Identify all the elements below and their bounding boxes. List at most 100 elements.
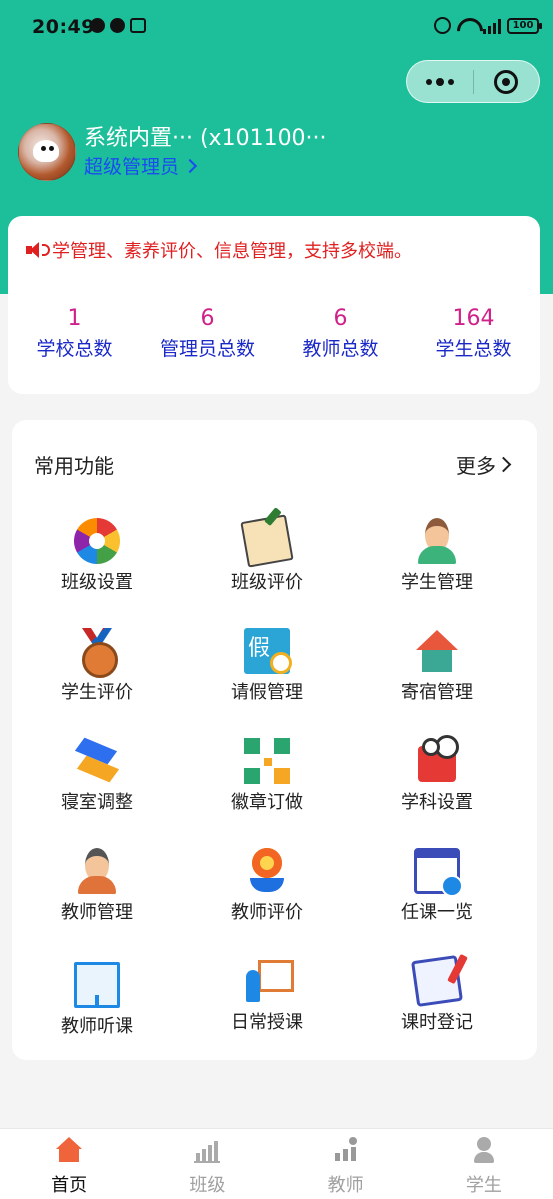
stats-card: 学管理、素养评价、信息管理，支持多校端。 1 学校总数 6 管理员总数 6 教师… [8, 216, 540, 394]
more-options-button[interactable] [407, 77, 473, 86]
more-label: 更多 [456, 454, 496, 478]
lecture-icon [244, 958, 294, 1004]
teaching-icon [333, 1137, 359, 1163]
function-label: 日常授课 [231, 1012, 303, 1033]
function-subject-settings[interactable]: 学科设置 [352, 732, 522, 842]
tab-teacher[interactable]: 教师 [277, 1129, 415, 1199]
stat-label: 学生总数 [435, 338, 512, 360]
speaker-icon [26, 241, 50, 259]
function-class-settings[interactable]: 班级设置 [12, 512, 182, 622]
notice-bar[interactable]: 学管理、素养评价、信息管理，支持多校端。 [26, 236, 526, 264]
function-label: 寄宿管理 [401, 682, 473, 703]
function-student-management[interactable]: 学生管理 [352, 512, 522, 622]
student-icon [414, 518, 460, 564]
function-label: 寝室调整 [61, 792, 133, 813]
function-teacher-management[interactable]: 教师管理 [12, 842, 182, 952]
chevron-right-icon [495, 456, 512, 473]
function-grid: 班级设置 班级评价 学生管理 学生评价 请假管理 寄宿管理 寝室调整 徽章订做 [12, 512, 537, 1062]
function-label: 班级评价 [231, 572, 303, 593]
function-label: 班级设置 [61, 572, 133, 593]
user-profile[interactable]: 系统内置··· (x101100··· 超级管理员 [18, 123, 327, 181]
section-title: 常用功能 [34, 454, 114, 478]
whiteboard-icon [74, 962, 120, 1008]
function-class-evaluation[interactable]: 班级评价 [182, 512, 352, 622]
wifi-icon [457, 18, 477, 34]
tab-label: 教师 [327, 1175, 364, 1196]
stat-value: 6 [333, 306, 348, 331]
student-icon [471, 1137, 497, 1163]
more-functions-link[interactable]: 更多 [456, 450, 512, 479]
alarm-icon [434, 17, 451, 34]
notice-text: 学管理、素养评价、信息管理，支持多校端。 [52, 241, 412, 262]
function-boarding-management[interactable]: 寄宿管理 [352, 622, 522, 732]
function-course-overview[interactable]: 任课一览 [352, 842, 522, 952]
tab-class[interactable]: 班级 [138, 1129, 276, 1199]
chevron-right-icon [182, 158, 198, 174]
home-icon [56, 1137, 83, 1163]
tab-label: 班级 [189, 1175, 226, 1196]
stat-value: 164 [452, 306, 495, 331]
chart-icon [194, 1137, 221, 1163]
battery-icon: 100 [507, 17, 542, 34]
function-student-evaluation[interactable]: 学生评价 [12, 622, 182, 732]
notification-icon [130, 18, 146, 33]
tab-label: 首页 [51, 1175, 88, 1196]
close-circle-icon [494, 69, 519, 94]
stat-label: 教师总数 [302, 338, 379, 360]
status-bar: 20:49 100 [0, 0, 553, 56]
function-label: 教师听课 [61, 1016, 133, 1037]
stat-label: 学校总数 [36, 338, 113, 360]
stat-admins[interactable]: 6 管理员总数 [141, 304, 274, 364]
stat-value: 6 [200, 306, 215, 331]
function-label: 教师评价 [231, 902, 303, 923]
book-icon [414, 738, 460, 784]
function-leave-management[interactable]: 请假管理 [182, 622, 352, 732]
stats-row: 1 学校总数 6 管理员总数 6 教师总数 164 学生总数 [8, 304, 540, 364]
signal-icon [483, 18, 501, 34]
function-label: 请假管理 [231, 682, 303, 703]
function-class-observation[interactable]: 教师听课 [12, 952, 182, 1062]
function-dorm-adjust[interactable]: 寝室调整 [12, 732, 182, 842]
flower-icon [244, 848, 290, 894]
clipboard-icon [411, 955, 463, 1007]
leave-icon [244, 628, 292, 674]
stat-label: 管理员总数 [159, 338, 255, 360]
stat-value: 1 [67, 306, 82, 331]
function-label: 徽章订做 [231, 792, 303, 813]
function-daily-teaching[interactable]: 日常授课 [182, 952, 352, 1062]
document-edit-icon [240, 514, 294, 568]
qr-code-icon [244, 738, 290, 784]
aperture-icon [74, 518, 120, 564]
function-teacher-evaluation[interactable]: 教师评价 [182, 842, 352, 952]
tab-student[interactable]: 学生 [415, 1129, 553, 1199]
function-label: 学科设置 [401, 792, 473, 813]
system-icons: 100 [434, 17, 542, 34]
function-label: 教师管理 [61, 902, 133, 923]
bottom-tab-bar: 首页 班级 教师 学生 [0, 1128, 553, 1199]
house-icon [414, 628, 460, 674]
medal-icon [74, 628, 120, 678]
function-label: 任课一览 [401, 902, 473, 923]
function-badge-order[interactable]: 徽章订做 [182, 732, 352, 842]
user-name: 系统内置··· (x101100··· [84, 126, 327, 151]
stat-teachers[interactable]: 6 教师总数 [274, 304, 407, 364]
notification-icon [90, 18, 105, 33]
stat-schools[interactable]: 1 学校总数 [8, 304, 141, 364]
teacher-icon [74, 848, 120, 894]
common-functions-card: 常用功能 更多 班级设置 班级评价 学生管理 学生评价 请假管理 寄宿管理 [12, 420, 537, 1060]
function-label: 学生评价 [61, 682, 133, 703]
notification-icons [90, 18, 146, 33]
function-label: 学生管理 [401, 572, 473, 593]
close-miniprogram-button[interactable] [474, 69, 540, 94]
function-hours-registration[interactable]: 课时登记 [352, 952, 522, 1062]
tab-home[interactable]: 首页 [0, 1129, 138, 1199]
stat-students[interactable]: 164 学生总数 [407, 304, 540, 364]
user-role-label: 超级管理员 [84, 156, 180, 178]
miniprogram-capsule [406, 60, 540, 103]
dorm-icon [74, 738, 120, 784]
notification-icon [110, 18, 125, 33]
user-role-link[interactable]: 超级管理员 [84, 154, 327, 180]
avatar[interactable] [18, 123, 76, 181]
status-time: 20:49 [32, 16, 95, 38]
tab-label: 学生 [465, 1175, 502, 1196]
